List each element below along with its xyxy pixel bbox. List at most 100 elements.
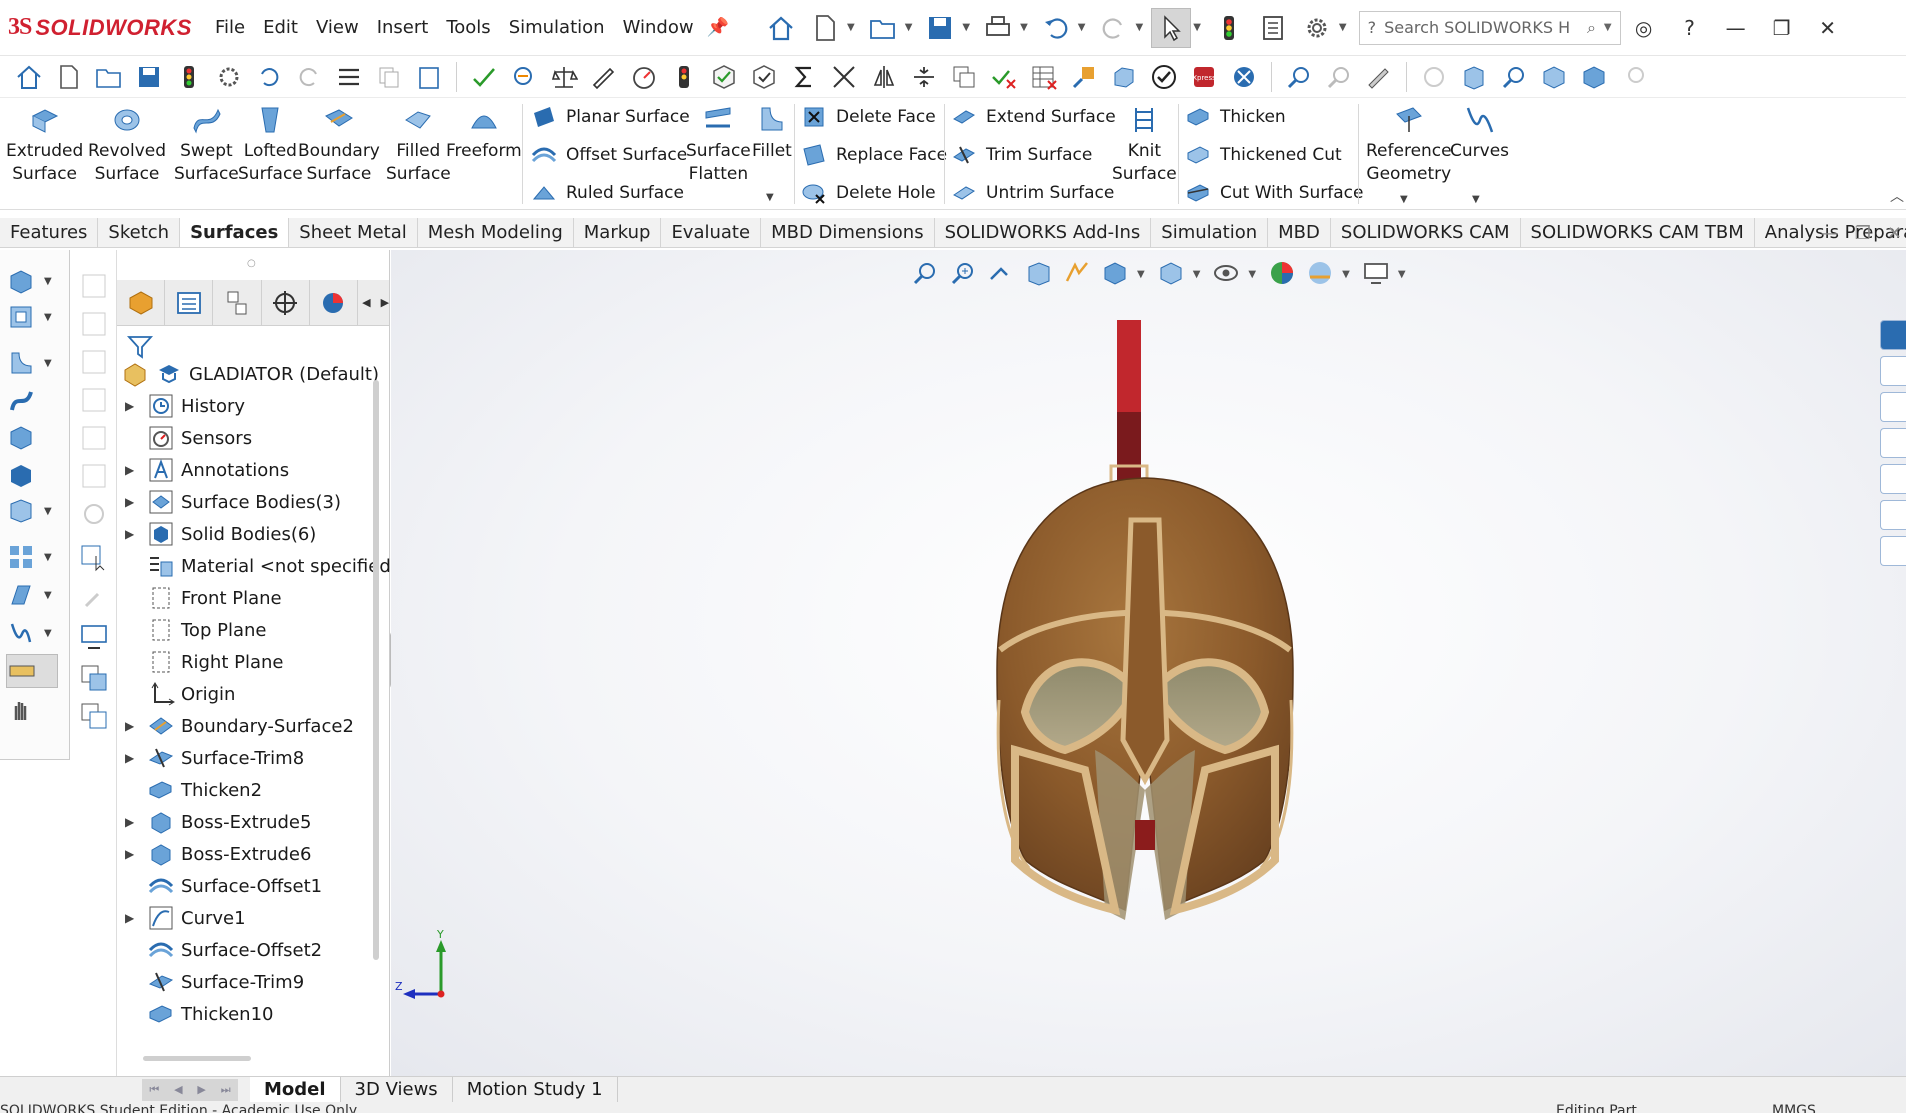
lofted-surface-button[interactable]: Lofted Surface bbox=[238, 102, 303, 186]
boundary-surface-button[interactable]: Boundary Surface bbox=[298, 102, 380, 186]
mass-properties-icon[interactable] bbox=[547, 60, 581, 94]
print-caret-icon[interactable]: ▼ bbox=[1020, 22, 1028, 33]
draft-shortcut[interactable]: ▼ bbox=[6, 578, 58, 612]
performance-gauge-icon[interactable] bbox=[627, 60, 661, 94]
menu-insert[interactable]: Insert bbox=[368, 17, 438, 38]
cut-with-surface-button[interactable]: Cut With Surface bbox=[1184, 178, 1363, 208]
tree-node-annotations[interactable]: ▶ Annotations bbox=[117, 454, 289, 486]
fillet-shortcut[interactable]: ▼ bbox=[6, 346, 58, 380]
minimize-icon[interactable]: — bbox=[1713, 16, 1759, 40]
tree-node-surface-offset1[interactable]: Surface-Offset1 bbox=[117, 870, 322, 902]
new-caret-icon[interactable]: ▼ bbox=[847, 22, 855, 33]
list-options-icon[interactable] bbox=[332, 60, 366, 94]
tab-evaluate[interactable]: Evaluate bbox=[661, 218, 762, 247]
thicken-button[interactable]: Thicken bbox=[1184, 102, 1286, 132]
hand-shortcut[interactable] bbox=[6, 692, 58, 726]
home-icon[interactable] bbox=[12, 60, 46, 94]
select-cursor-icon[interactable] bbox=[78, 540, 110, 572]
zoom-to-area-icon[interactable] bbox=[1497, 60, 1531, 94]
tree-node-right-plane[interactable]: Right Plane bbox=[117, 646, 284, 678]
scan-to-3d-icon[interactable] bbox=[1227, 60, 1261, 94]
zoom-gray-icon[interactable] bbox=[1617, 60, 1651, 94]
appearances-tab-icon[interactable] bbox=[1880, 500, 1906, 530]
rebuild-icon[interactable] bbox=[172, 60, 206, 94]
tab-model[interactable]: Model bbox=[250, 1076, 341, 1103]
search-box[interactable]: ? Search SOLIDWORKS H ⌕ ▼ bbox=[1358, 10, 1621, 45]
home-icon[interactable] bbox=[761, 8, 801, 48]
file-properties-icon[interactable] bbox=[1253, 8, 1293, 48]
copy-icon[interactable] bbox=[372, 60, 406, 94]
tab-markup[interactable]: Markup bbox=[574, 218, 662, 247]
tab-features[interactable]: Features bbox=[0, 218, 99, 247]
search-caret-icon[interactable]: ▼ bbox=[1604, 22, 1612, 33]
mirror-icon[interactable] bbox=[867, 60, 901, 94]
doc-minimize-icon[interactable]: — bbox=[1821, 223, 1839, 244]
gladiator-helmet-model[interactable] bbox=[945, 320, 1345, 960]
open-caret-icon[interactable]: ▼ bbox=[905, 22, 913, 33]
pattern-shortcut[interactable]: ▼ bbox=[6, 540, 58, 574]
home-tab-icon[interactable] bbox=[1880, 356, 1906, 386]
apply-scene-icon[interactable] bbox=[1306, 259, 1336, 289]
sketch-tools-icon[interactable] bbox=[1362, 60, 1396, 94]
driveworks-icon[interactable]: Xpress bbox=[1187, 60, 1221, 94]
gray-box-icon-5[interactable] bbox=[78, 422, 110, 454]
display-style-icon[interactable] bbox=[1157, 259, 1187, 289]
select-arrow-icon[interactable] bbox=[1151, 7, 1192, 48]
zoom-icon[interactable] bbox=[1282, 60, 1316, 94]
paste-settings-icon[interactable] bbox=[78, 700, 110, 732]
expand-arrow-icon[interactable]: ▶ bbox=[125, 847, 139, 861]
solidworks-logo[interactable]: 3S SOLIDWORKS bbox=[0, 14, 206, 41]
open-icon[interactable] bbox=[92, 60, 126, 94]
split-line-icon[interactable] bbox=[907, 60, 941, 94]
tree-node-boss-extrude6[interactable]: ▶ Boss-Extrude6 bbox=[117, 838, 311, 870]
new-document-icon[interactable] bbox=[805, 8, 845, 48]
view-orientation-icon[interactable] bbox=[1101, 259, 1131, 289]
swept-surface-button[interactable]: Swept Surface bbox=[174, 102, 239, 186]
print-icon[interactable] bbox=[978, 8, 1018, 48]
display-style-icon[interactable] bbox=[1577, 60, 1611, 94]
tree-node-solid-bodies-6[interactable]: ▶ Solid Bodies(6) bbox=[117, 518, 316, 550]
configuration-manager-tab-icon[interactable] bbox=[213, 279, 262, 326]
undo-icon[interactable] bbox=[1036, 8, 1076, 48]
extrude-shortcut[interactable]: ▼ bbox=[6, 264, 58, 298]
next-tab-icon[interactable]: ▶ bbox=[197, 1083, 205, 1096]
tree-node-curve1[interactable]: ▶ Curve1 bbox=[117, 902, 246, 934]
gray-box-icon-2[interactable] bbox=[78, 308, 110, 340]
status-units-text[interactable]: MMGS bbox=[1772, 1102, 1816, 1113]
revolved-surface-button[interactable]: Revolved Surface bbox=[88, 102, 166, 186]
edit-appearance-icon[interactable] bbox=[1268, 259, 1298, 289]
display-manager-tab-icon[interactable] bbox=[310, 279, 359, 326]
spell-check-icon[interactable] bbox=[467, 60, 501, 94]
tab-mbd[interactable]: MBD bbox=[1268, 218, 1331, 247]
check-part-icon[interactable] bbox=[707, 60, 741, 94]
display-pane-icon[interactable] bbox=[78, 620, 110, 652]
copy-settings-icon[interactable] bbox=[78, 662, 110, 694]
doc-close-icon[interactable]: ✕ bbox=[1887, 223, 1902, 244]
expand-arrow-icon[interactable]: ▶ bbox=[125, 527, 139, 541]
hide-show-items-icon[interactable] bbox=[1212, 259, 1242, 289]
tab-mesh-modeling[interactable]: Mesh Modeling bbox=[418, 218, 574, 247]
options-gear-icon[interactable] bbox=[1297, 8, 1337, 48]
dimxpert-manager-tab-icon[interactable] bbox=[262, 279, 310, 326]
tree-horizontal-scrollbar[interactable] bbox=[143, 1056, 251, 1061]
knit-surface-button[interactable]: Knit Surface bbox=[1112, 102, 1177, 186]
gray-box-icon-3[interactable] bbox=[78, 346, 110, 378]
replace-face-button[interactable]: Replace Face bbox=[800, 140, 947, 170]
zoom-to-fit-icon[interactable] bbox=[911, 259, 941, 289]
new-file-icon[interactable] bbox=[52, 60, 86, 94]
ruled-surface-button[interactable]: Ruled Surface bbox=[530, 178, 684, 208]
tree-node-boundary-surface2[interactable]: ▶ Boundary-Surface2 bbox=[117, 710, 354, 742]
tab-solidworks-cam[interactable]: SOLIDWORKS CAM bbox=[1331, 218, 1521, 247]
file-explorer-tab-icon[interactable] bbox=[1880, 428, 1906, 458]
tree-node-surface-offset2[interactable]: Surface-Offset2 bbox=[117, 934, 322, 966]
boss-shortcut[interactable] bbox=[6, 458, 58, 492]
curves-caret-icon[interactable]: ▼ bbox=[1472, 194, 1480, 205]
doc-restore-icon[interactable]: ❐ bbox=[1855, 223, 1871, 244]
tab-surfaces[interactable]: Surfaces bbox=[180, 218, 290, 247]
planar-surface-button[interactable]: Planar Surface bbox=[530, 102, 690, 132]
expand-arrow-icon[interactable]: ▶ bbox=[125, 399, 139, 413]
table-icon[interactable] bbox=[1027, 60, 1061, 94]
property-manager-tab-icon[interactable] bbox=[165, 279, 214, 326]
collapse-ribbon-icon[interactable]: ︿ bbox=[1890, 186, 1904, 206]
paste-icon[interactable] bbox=[412, 60, 446, 94]
